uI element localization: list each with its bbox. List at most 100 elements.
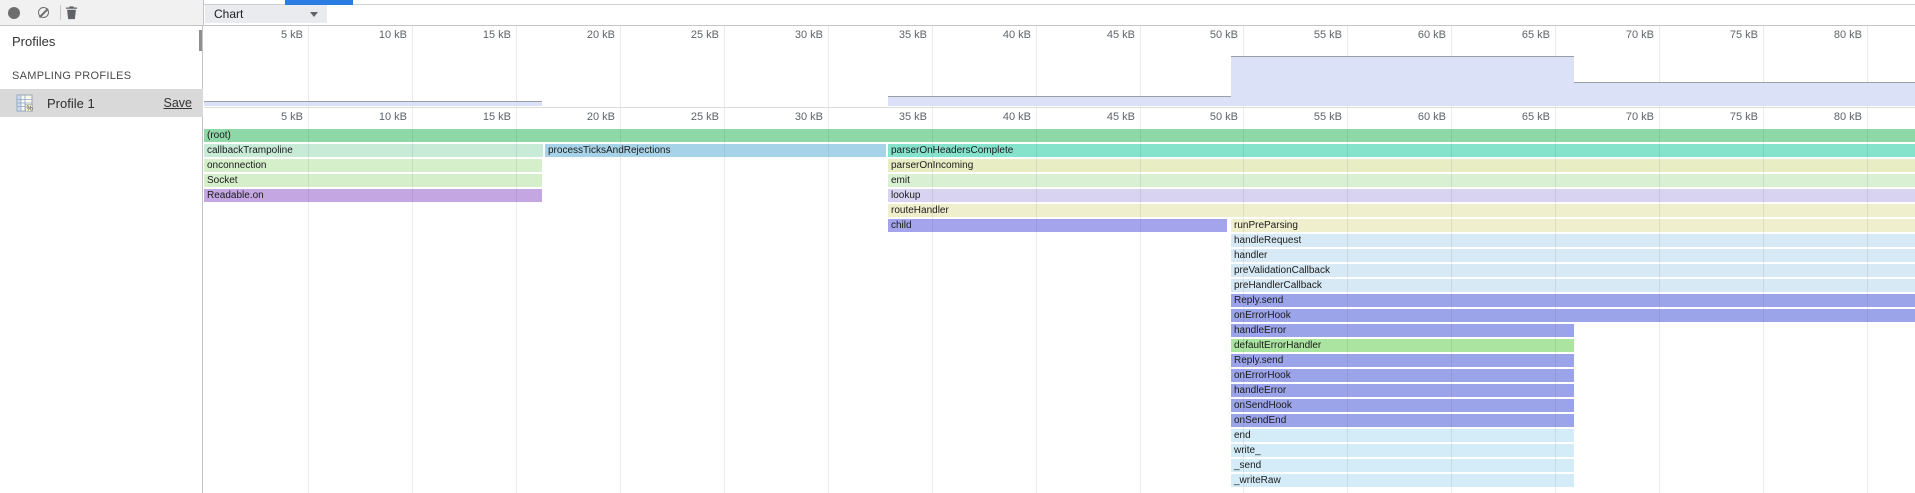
axis-tick-label: 55 kB: [1314, 29, 1347, 41]
flame-bar[interactable]: preValidationCallback: [1231, 264, 1915, 277]
axis-tick-label: 80 kB: [1834, 29, 1867, 41]
grid-line: [308, 26, 309, 107]
flame-bar[interactable]: runPreParsing: [1231, 219, 1915, 232]
axis-tick-label: 75 kB: [1730, 29, 1763, 41]
profiles-sidebar: Profiles SAMPLING PROFILES % Profile 1 S…: [0, 26, 203, 493]
axis-tick-label: 20 kB: [587, 111, 620, 123]
profiler-controls: [0, 0, 204, 26]
toolbar: Chart: [0, 0, 1915, 26]
axis-tick-label: 15 kB: [483, 111, 516, 123]
record-button[interactable]: [1, 0, 27, 25]
axis-tick-label: 60 kB: [1418, 111, 1451, 123]
flame-bar[interactable]: routeHandler: [888, 204, 1915, 217]
grid-line: [516, 26, 517, 107]
axis-tick-label: 15 kB: [483, 29, 516, 41]
overview-memory-step: [888, 96, 1231, 106]
axis-tick-label: 30 kB: [795, 29, 828, 41]
axis-tick-label: 35 kB: [899, 111, 932, 123]
chevron-down-icon: [310, 12, 318, 17]
grid-line: [1140, 26, 1141, 107]
axis-tick-label: 65 kB: [1522, 29, 1555, 41]
flame-bar[interactable]: emit: [888, 174, 1915, 187]
profile-icon: %: [16, 94, 34, 112]
flame-bar[interactable]: onconnection: [204, 159, 542, 172]
flame-bar[interactable]: onSendHook: [1231, 399, 1574, 412]
view-mode-select[interactable]: Chart: [205, 5, 327, 23]
overview-memory-step: [1574, 82, 1915, 106]
profile-name: Profile 1: [47, 96, 95, 111]
flame-bar[interactable]: Socket: [204, 174, 542, 187]
flame-bar[interactable]: preHandlerCallback: [1231, 279, 1915, 292]
flame-bar[interactable]: onErrorHook: [1231, 369, 1574, 382]
sidebar-scrollbar-thumb[interactable]: [199, 30, 202, 51]
view-mode-value: Chart: [214, 5, 243, 23]
axis-tick-label: 65 kB: [1522, 111, 1555, 123]
flame-bar[interactable]: handler: [1231, 249, 1915, 262]
svg-text:%: %: [27, 106, 33, 113]
grid-line: [932, 26, 933, 107]
axis-tick-label: 25 kB: [691, 111, 724, 123]
flame-bar[interactable]: processTicksAndRejections: [545, 144, 886, 157]
flame-bar[interactable]: defaultErrorHandler: [1231, 339, 1574, 352]
axis-tick-label: 45 kB: [1107, 111, 1140, 123]
flame-bar[interactable]: parserOnIncoming: [888, 159, 1915, 172]
overview-memory-step: [1231, 56, 1574, 106]
axis-tick-label: 40 kB: [1003, 29, 1036, 41]
grid-line: [724, 26, 725, 107]
flame-bar[interactable]: child: [888, 219, 1227, 232]
grid-line: [724, 108, 725, 493]
flame-bar[interactable]: handleError: [1231, 324, 1574, 337]
flame-bar[interactable]: handleError: [1231, 384, 1574, 397]
axis-tick-label: 70 kB: [1626, 111, 1659, 123]
axis-tick-label: 60 kB: [1418, 29, 1451, 41]
axis-tick-label: 50 kB: [1210, 111, 1243, 123]
grid-line: [620, 26, 621, 107]
axis-tick-label: 20 kB: [587, 29, 620, 41]
chart-toolbar: Chart: [204, 0, 1915, 26]
clear-profiles-button[interactable]: [31, 0, 57, 25]
axis-tick-label: 70 kB: [1626, 29, 1659, 41]
grid-line: [1036, 26, 1037, 107]
axis-tick-label: 40 kB: [1003, 111, 1036, 123]
flame-bar[interactable]: (root): [204, 129, 1915, 142]
delete-profile-button[interactable]: [64, 0, 90, 25]
tabstrip-border: [204, 4, 1915, 5]
grid-line: [828, 26, 829, 107]
flame-bar[interactable]: lookup: [888, 189, 1915, 202]
flame-bar[interactable]: parserOnHeadersComplete: [888, 144, 1915, 157]
memory-overview-pane[interactable]: 5 kB10 kB15 kB20 kB25 kB30 kB35 kB40 kB4…: [204, 26, 1915, 108]
flame-bar[interactable]: Reply.send: [1231, 294, 1915, 307]
axis-tick-label: 10 kB: [379, 29, 412, 41]
flame-bar[interactable]: onErrorHook: [1231, 309, 1915, 322]
memory-profiler-panel: Chart Profiles SAMPLING PROFILES % Profi…: [0, 0, 1915, 493]
flame-bar[interactable]: callbackTrampoline: [204, 144, 543, 157]
flame-bar[interactable]: Readable.on: [204, 189, 542, 202]
axis-tick-label: 55 kB: [1314, 111, 1347, 123]
record-icon: [8, 7, 20, 19]
sidebar-title: Profiles: [12, 34, 55, 49]
axis-tick-label: 80 kB: [1834, 111, 1867, 123]
flame-bar[interactable]: _writeRaw: [1231, 474, 1574, 487]
axis-tick-label: 75 kB: [1730, 111, 1763, 123]
axis-tick-label: 30 kB: [795, 111, 828, 123]
flame-bar[interactable]: onSendEnd: [1231, 414, 1574, 427]
circle-slash-icon: [38, 7, 49, 18]
toolbar-separator: [60, 5, 61, 20]
axis-tick-label: 10 kB: [379, 111, 412, 123]
allocation-flame-chart: 5 kB 10 kB 15 kB 20 kB 25 kB 30 kB 35 kB 40 kB 4…: [204, 108, 1915, 493]
flame-bar[interactable]: end: [1231, 429, 1574, 442]
axis-tick-label: 5 kB: [281, 111, 308, 123]
sampling-profiles-section-label: SAMPLING PROFILES: [12, 70, 131, 82]
sidebar-item-profile-1[interactable]: % Profile 1 Save: [0, 89, 203, 117]
flame-bar[interactable]: _send: [1231, 459, 1574, 472]
flame-bar[interactable]: write_: [1231, 444, 1574, 457]
grid-line: [620, 108, 621, 493]
grid-line: [412, 26, 413, 107]
axis-tick-label: 50 kB: [1210, 29, 1243, 41]
flame-bar[interactable]: handleRequest: [1231, 234, 1915, 247]
save-profile-link[interactable]: Save: [164, 96, 193, 110]
flame-bar[interactable]: Reply.send: [1231, 354, 1574, 367]
axis-tick-label: 45 kB: [1107, 29, 1140, 41]
axis-tick-label: 5 kB: [281, 29, 308, 41]
flame-chart-pane: 5 kB 10 kB 15 kB 20 kB 25 kB 30 kB 35 kB 40 kB 4…: [204, 26, 1915, 493]
